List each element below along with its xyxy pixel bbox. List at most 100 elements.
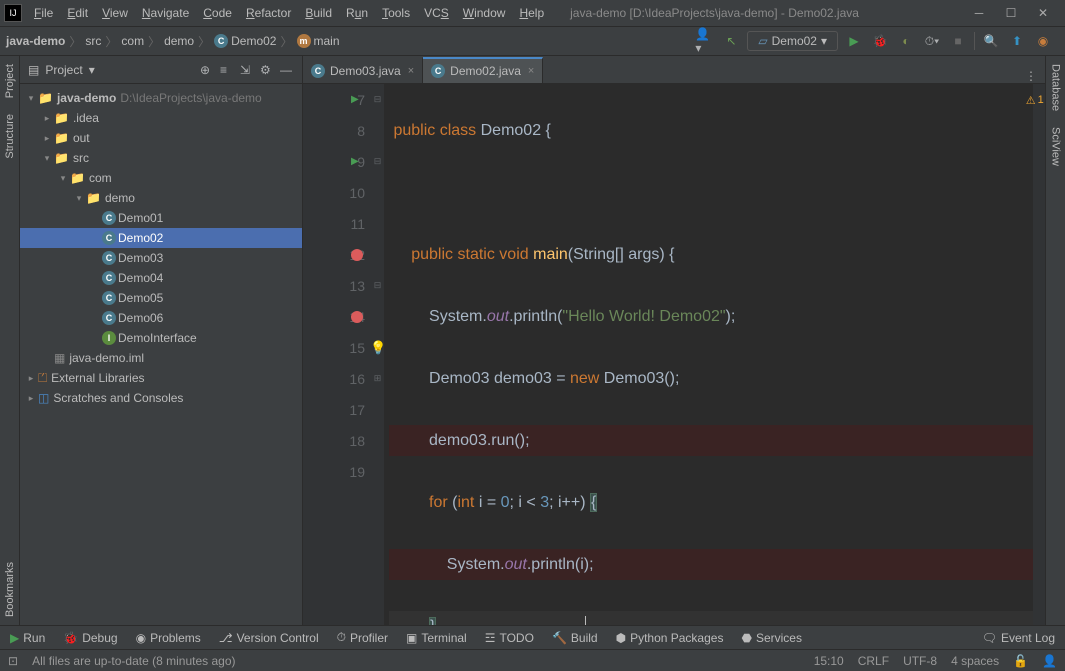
tree-out[interactable]: ▸📁out <box>20 128 302 148</box>
menu-help[interactable]: Help <box>513 4 550 22</box>
problems-icon: ◉ <box>136 631 146 645</box>
expand-all-icon[interactable]: ≡ <box>220 63 234 77</box>
status-caret-pos[interactable]: 15:10 <box>814 654 844 668</box>
tab-demo03[interactable]: CDemo03.java× <box>303 57 423 83</box>
minimize-button[interactable]: ─ <box>965 3 993 23</box>
crumb-com[interactable]: com <box>121 34 144 48</box>
settings-icon[interactable]: ⚙ <box>260 63 274 77</box>
crumb-class[interactable]: CDemo02 <box>214 34 276 48</box>
tab-structure-tool[interactable]: Structure <box>2 106 18 167</box>
status-line-sep[interactable]: CRLF <box>858 654 889 668</box>
tool-debug[interactable]: 🐞Debug <box>63 631 117 645</box>
tree-iml[interactable]: ▦java-demo.iml <box>20 348 302 368</box>
tree-file-demo06[interactable]: CDemo06 <box>20 308 302 328</box>
breakpoint-icon[interactable] <box>351 249 363 261</box>
inspection-badge[interactable]: ⚠1 ˄ ˅ <box>1026 88 1045 112</box>
menu-vcs[interactable]: VCS <box>418 4 455 22</box>
tree-file-demo04[interactable]: CDemo04 <box>20 268 302 288</box>
status-toggle-icon[interactable]: ⊡ <box>8 654 18 668</box>
status-indent[interactable]: 4 spaces <box>951 654 999 668</box>
menu-view[interactable]: View <box>96 4 134 22</box>
tree-external-libs[interactable]: ▸⏍External Libraries <box>20 368 302 388</box>
build-arrow-icon[interactable]: ↖ <box>721 31 741 51</box>
tool-profiler[interactable]: ⏱Profiler <box>337 630 388 645</box>
status-hector-icon[interactable]: 👤 <box>1042 654 1057 668</box>
tree-scratches[interactable]: ▸◫Scratches and Consoles <box>20 388 302 408</box>
menu-navigate[interactable]: Navigate <box>136 4 195 22</box>
tree-file-demo01[interactable]: CDemo01 <box>20 208 302 228</box>
select-opened-icon[interactable]: ⊕ <box>200 63 214 77</box>
project-panel-title[interactable]: Project <box>45 63 82 77</box>
tree-file-demointerface[interactable]: IDemoInterface <box>20 328 302 348</box>
line-number-gutter[interactable]: 7▶ 8 9▶ 10 11 12 13 14 15 16 17 18 19 <box>303 84 371 625</box>
menu-file[interactable]: File <box>28 4 59 22</box>
breakpoint-icon[interactable] <box>351 311 363 323</box>
tool-todo[interactable]: ☲TODO <box>485 631 534 645</box>
menu-edit[interactable]: Edit <box>61 4 94 22</box>
hide-panel-icon[interactable]: — <box>280 63 294 77</box>
run-gutter-icon[interactable]: ▶ <box>351 94 359 105</box>
run-gutter-icon[interactable]: ▶ <box>351 156 359 167</box>
menu-tools[interactable]: Tools <box>376 4 416 22</box>
editor-marks-strip[interactable]: ⚠1 ˄ ˅ <box>1033 84 1045 625</box>
tool-vcs[interactable]: ⎇Version Control <box>219 631 319 645</box>
tree-root[interactable]: ▾📁java-demoD:\IdeaProjects\java-demo <box>20 88 302 108</box>
tool-eventlog[interactable]: 🗨Event Log <box>982 631 1055 645</box>
crumb-src[interactable]: src <box>85 34 101 48</box>
coverage-button[interactable]: ◐ <box>896 31 916 51</box>
tab-bookmarks-tool[interactable]: Bookmarks <box>2 554 18 625</box>
crumb-project[interactable]: java-demo <box>6 34 65 48</box>
code-text[interactable]: public class Demo02 { public static void… <box>385 84 1033 625</box>
tool-build[interactable]: 🔨Build <box>552 631 598 645</box>
tree-idea[interactable]: ▸📁.idea <box>20 108 302 128</box>
debug-button[interactable]: 🐞 <box>870 31 890 51</box>
run-button[interactable]: ▶ <box>844 31 864 51</box>
tree-file-demo03[interactable]: CDemo03 <box>20 248 302 268</box>
close-icon[interactable]: × <box>408 65 414 77</box>
tool-terminal[interactable]: ▣Terminal <box>406 631 467 645</box>
status-readonly-icon[interactable]: 🔓 <box>1013 654 1028 668</box>
maximize-button[interactable]: ☐ <box>997 3 1025 23</box>
run-config-selector[interactable]: ▱ Demo02 ▾ <box>747 31 838 51</box>
profile-button[interactable]: ⏱▾ <box>922 31 942 51</box>
right-tool-strip: Database SciView <box>1045 56 1065 625</box>
menu-code[interactable]: Code <box>197 4 238 22</box>
search-button[interactable]: 🔍 <box>981 31 1001 51</box>
tab-more-icon[interactable]: ⋮ <box>1017 69 1045 83</box>
terminal-icon: ▣ <box>406 631 417 645</box>
tool-problems[interactable]: ◉Problems <box>136 631 201 645</box>
tab-project-tool[interactable]: Project <box>2 56 18 106</box>
close-icon[interactable]: × <box>528 65 534 77</box>
sync-button[interactable]: ⬆ <box>1007 31 1027 51</box>
tool-python[interactable]: ⬢Python Packages <box>616 631 724 645</box>
tool-services[interactable]: ⬣Services <box>741 631 802 645</box>
tool-run[interactable]: ▶Run <box>10 631 45 645</box>
tree-file-demo02[interactable]: CDemo02 <box>20 228 302 248</box>
toolbar: 👤▾ ↖ ▱ Demo02 ▾ ▶ 🐞 ◐ ⏱▾ ■ 🔍 ⬆ ◉ <box>695 31 1059 51</box>
tree-com[interactable]: ▾📁com <box>20 168 302 188</box>
menu-window[interactable]: Window <box>457 4 512 22</box>
stop-button[interactable]: ■ <box>948 31 968 51</box>
tree-demo[interactable]: ▾📁demo <box>20 188 302 208</box>
menu-refactor[interactable]: Refactor <box>240 4 297 22</box>
fold-gutter[interactable]: ⊟⊟⊟💡⊞⊞ <box>371 84 385 625</box>
user-icon[interactable]: 👤▾ <box>695 31 715 51</box>
menu-build[interactable]: Build <box>299 4 338 22</box>
chevron-down-icon[interactable]: ▾ <box>89 63 95 77</box>
tab-demo02[interactable]: CDemo02.java× <box>423 57 543 83</box>
close-button[interactable]: ✕ <box>1029 3 1057 23</box>
status-encoding[interactable]: UTF-8 <box>903 654 937 668</box>
menu-run[interactable]: Run <box>340 4 374 22</box>
ide-button[interactable]: ◉ <box>1033 31 1053 51</box>
tab-sciview-tool[interactable]: SciView <box>1048 119 1064 174</box>
profiler-icon: ⏱ <box>337 630 346 645</box>
run-config-label: Demo02 <box>772 34 817 48</box>
editor-body[interactable]: 7▶ 8 9▶ 10 11 12 13 14 15 16 17 18 19 ⊟⊟… <box>303 84 1045 625</box>
tree-file-demo05[interactable]: CDemo05 <box>20 288 302 308</box>
tab-database-tool[interactable]: Database <box>1048 56 1064 119</box>
collapse-all-icon[interactable]: ⇲ <box>240 63 254 77</box>
intention-bulb-icon[interactable]: 💡 <box>370 340 386 356</box>
tree-src[interactable]: ▾📁src <box>20 148 302 168</box>
crumb-method[interactable]: mmain <box>297 34 340 48</box>
crumb-demo[interactable]: demo <box>164 34 194 48</box>
